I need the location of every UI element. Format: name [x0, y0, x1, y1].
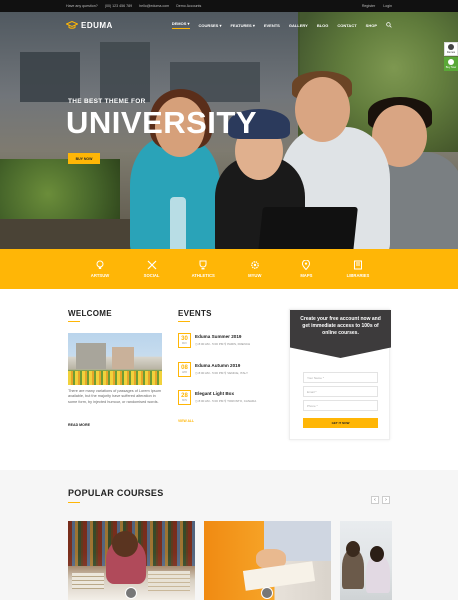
view-all-events-link[interactable]: VIEW ALL — [178, 419, 194, 423]
map-pin-icon — [302, 260, 311, 270]
nav-item-courses[interactable]: COURSES ▾ — [199, 23, 222, 28]
event-date: 28 NOV — [178, 390, 191, 405]
hero-title: UNIVERSITY — [66, 105, 258, 140]
event-meta: ◷ 8:00 AM - 5:00 PM ⚲ TORONTO, CANADA — [195, 399, 257, 403]
welcome-underline — [68, 321, 80, 322]
campus-image — [68, 333, 162, 385]
phone-field[interactable]: Phone * — [303, 400, 378, 411]
avatar[interactable] — [261, 587, 273, 599]
book-icon — [353, 260, 362, 270]
logo[interactable]: EDUMA — [66, 21, 113, 30]
email-link[interactable]: hello@eduma.com — [139, 4, 169, 8]
feature-libraries[interactable]: LIBRARIES — [340, 260, 376, 278]
gear-icon — [250, 261, 259, 269]
event-title[interactable]: Elegant Light Box — [195, 391, 234, 396]
event-meta: ◷ 8:00 AM - 5:00 PM ⚲ PARIS, FRENCH — [195, 342, 251, 346]
hero-students-photo — [110, 67, 458, 249]
search-icon[interactable] — [386, 22, 392, 28]
nav-item-gallery[interactable]: GALLERY — [289, 23, 308, 28]
buy-now-side-tab[interactable]: Buy Now — [444, 57, 458, 71]
nav-item-features[interactable]: FEATURES ▾ — [230, 23, 254, 28]
tools-icon — [147, 260, 157, 270]
popular-courses-title: POPULAR COURSES — [68, 488, 164, 498]
login-link[interactable]: Login — [383, 4, 392, 8]
question-text: Have any question? — [66, 4, 98, 8]
top-bar: Have any question? (00) 123 456 789 hell… — [0, 0, 458, 12]
nav-menu: DEMOS ▾ COURSES ▾ FEATURES ▾ EVENTS GALL… — [171, 21, 392, 29]
get-it-now-button[interactable]: GET IT NOW — [303, 418, 378, 428]
event-title[interactable]: Eduma Summer 2019 — [195, 334, 241, 339]
name-field[interactable]: Your Name * — [303, 372, 378, 383]
nav-item-shop[interactable]: SHOP — [366, 23, 377, 28]
lightbulb-icon — [96, 260, 104, 269]
phone-link[interactable]: (00) 123 456 789 — [105, 4, 132, 8]
feature-social[interactable]: SOCIAL — [134, 260, 170, 278]
avatar[interactable] — [125, 587, 137, 599]
laptop-image — [257, 207, 358, 249]
hero-banner: THE BEST THEME FOR UNIVERSITY BUY NOW — [0, 12, 458, 249]
signup-form: Create your free account now and get imm… — [289, 309, 391, 440]
email-field[interactable]: Email * — [303, 386, 378, 397]
event-date: 30 MAY — [178, 333, 191, 348]
signup-header: Create your free account now and get imm… — [290, 310, 391, 358]
popular-courses-underline — [68, 502, 80, 503]
signup-heading: Create your free account now and get imm… — [300, 316, 381, 336]
nav-item-blog[interactable]: BLOG — [317, 23, 329, 28]
event-title[interactable]: Eduma Autumn 2019 — [195, 363, 240, 368]
buy-now-button[interactable]: BUY NOW — [68, 153, 100, 164]
trophy-icon — [199, 260, 207, 270]
event-item[interactable]: 28 NOV Elegant Light Box ◷ 8:00 AM - 5:0… — [178, 390, 278, 416]
graduation-cap-icon — [66, 21, 78, 29]
prev-arrow-button[interactable]: ‹ — [371, 496, 379, 504]
events-underline — [178, 321, 190, 322]
course-card[interactable] — [340, 521, 392, 600]
events-title: EVENTS — [178, 309, 212, 318]
nav-item-events[interactable]: EVENTS — [264, 23, 280, 28]
event-date: 08 APR — [178, 362, 191, 377]
next-arrow-button[interactable]: › — [382, 496, 390, 504]
demos-icon — [448, 44, 454, 50]
welcome-title: WELCOME — [68, 309, 112, 318]
welcome-text: There are many variations of passages of… — [68, 389, 162, 404]
brand-name: EDUMA — [81, 20, 113, 30]
register-link[interactable]: Register — [362, 4, 375, 8]
main-nav: EDUMA DEMOS ▾ COURSES ▾ FEATURES ▾ EVENT… — [0, 12, 458, 38]
event-item[interactable]: 30 MAY Eduma Summer 2019 ◷ 8:00 AM - 5:0… — [178, 333, 278, 359]
feature-maps[interactable]: MAPS — [288, 260, 324, 278]
event-meta: ◷ 8:00 AM - 5:00 PM ⚲ VENICE, ITALY — [195, 371, 248, 375]
feature-artsuw[interactable]: ARTSUW — [82, 260, 118, 278]
demos-side-tab[interactable]: Demos — [444, 42, 458, 56]
features-bar: ARTSUW SOCIAL ATHLETICS MYUW MAPS LIBRAR… — [0, 249, 458, 289]
feature-athletics[interactable]: ATHLETICS — [185, 260, 221, 278]
cart-icon — [448, 59, 454, 65]
nav-item-contact[interactable]: CONTACT — [337, 23, 356, 28]
demo-accounts-link[interactable]: Demo Accounts — [176, 4, 201, 8]
read-more-link[interactable]: READ MORE — [68, 423, 90, 427]
nav-item-demos[interactable]: DEMOS ▾ — [171, 21, 190, 29]
hero-subtitle: THE BEST THEME FOR — [68, 98, 146, 105]
event-item[interactable]: 08 APR Eduma Autumn 2019 ◷ 8:00 AM - 5:0… — [178, 362, 278, 388]
feature-myuw[interactable]: MYUW — [237, 260, 273, 278]
